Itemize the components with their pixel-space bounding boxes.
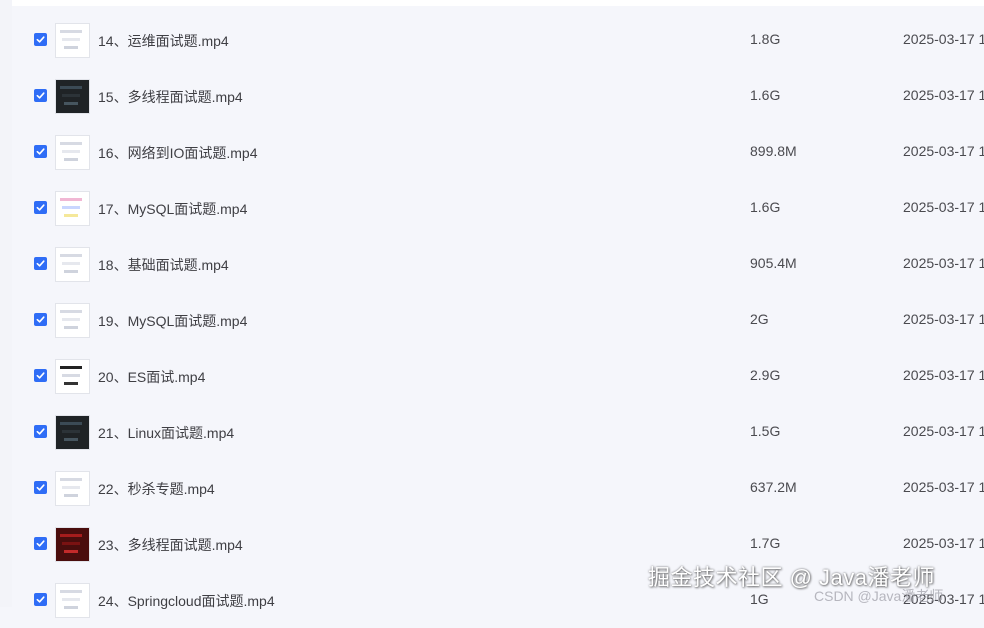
row-checkbox[interactable] xyxy=(34,593,47,606)
row-checkbox[interactable] xyxy=(34,369,47,382)
file-date: 2025-03-17 1 xyxy=(903,199,984,215)
file-name[interactable]: 21、Linux面试题.mp4 xyxy=(98,423,234,443)
file-row[interactable]: 16、网络到IO面试题.mp4 899.8M 2025-03-17 1 xyxy=(12,124,984,180)
row-checkbox[interactable] xyxy=(34,33,47,46)
file-date: 2025-03-17 1 xyxy=(903,311,984,327)
file-name[interactable]: 19、MySQL面试题.mp4 xyxy=(98,311,247,331)
file-date: 2025-03-17 1 xyxy=(903,367,984,383)
file-date: 2025-03-17 1 xyxy=(903,143,984,159)
file-date: 2025-03-17 1 xyxy=(903,87,984,103)
file-size: 2.9G xyxy=(750,367,781,383)
file-size: 1G xyxy=(750,591,769,607)
file-size: 1.5G xyxy=(750,423,781,439)
video-thumbnail xyxy=(55,191,90,226)
row-checkbox[interactable] xyxy=(34,257,47,270)
video-thumbnail xyxy=(55,247,90,282)
file-row[interactable]: 19、MySQL面试题.mp4 2G 2025-03-17 1 xyxy=(12,292,984,348)
row-checkbox[interactable] xyxy=(34,89,47,102)
row-checkbox[interactable] xyxy=(34,481,47,494)
file-name[interactable]: 23、多线程面试题.mp4 xyxy=(98,535,243,555)
file-row[interactable]: 21、Linux面试题.mp4 1.5G 2025-03-17 1 xyxy=(12,404,984,460)
file-size: 2G xyxy=(750,311,769,327)
row-checkbox[interactable] xyxy=(34,313,47,326)
checkmark-icon xyxy=(36,428,45,435)
file-size: 1.6G xyxy=(750,87,781,103)
video-thumbnail xyxy=(55,415,90,450)
checkmark-icon xyxy=(36,260,45,267)
checkmark-icon xyxy=(36,148,45,155)
video-thumbnail xyxy=(55,527,90,562)
file-date: 2025-03-17 1 xyxy=(903,479,984,495)
file-row[interactable]: 17、MySQL面试题.mp4 1.6G 2025-03-17 1 xyxy=(12,180,984,236)
row-checkbox[interactable] xyxy=(34,145,47,158)
checkmark-icon xyxy=(36,540,45,547)
checkmark-icon xyxy=(36,92,45,99)
file-name[interactable]: 17、MySQL面试题.mp4 xyxy=(98,199,247,219)
file-size: 905.4M xyxy=(750,255,797,271)
file-name[interactable]: 20、ES面试.mp4 xyxy=(98,367,205,387)
checkmark-icon xyxy=(36,372,45,379)
file-date: 2025-03-17 1 xyxy=(903,31,984,47)
top-bar xyxy=(0,0,984,6)
file-name[interactable]: 15、多线程面试题.mp4 xyxy=(98,87,243,107)
file-size: 1.6G xyxy=(750,199,781,215)
checkmark-icon xyxy=(36,316,45,323)
watermark-secondary-text: CSDN @Java潘老师 xyxy=(814,588,944,604)
video-thumbnail xyxy=(55,303,90,338)
video-thumbnail xyxy=(55,359,90,394)
file-row[interactable]: 20、ES面试.mp4 2.9G 2025-03-17 1 xyxy=(12,348,984,404)
file-size: 1.7G xyxy=(750,535,781,551)
checkmark-icon xyxy=(36,484,45,491)
file-name[interactable]: 16、网络到IO面试题.mp4 xyxy=(98,143,257,163)
left-edge xyxy=(0,0,12,607)
file-list: 14、运维面试题.mp4 1.8G 2025-03-17 1 15、多线程面试题.mp… xyxy=(12,12,984,628)
row-checkbox[interactable] xyxy=(34,201,47,214)
row-checkbox[interactable] xyxy=(34,425,47,438)
file-row[interactable]: 22、秒杀专题.mp4 637.2M 2025-03-17 1 xyxy=(12,460,984,516)
file-date: 2025-03-17 1 xyxy=(903,255,984,271)
file-size: 637.2M xyxy=(750,479,797,495)
checkmark-icon xyxy=(36,204,45,211)
file-row[interactable]: 18、基础面试题.mp4 905.4M 2025-03-17 1 xyxy=(12,236,984,292)
video-thumbnail xyxy=(55,23,90,58)
video-thumbnail xyxy=(55,135,90,170)
file-name[interactable]: 14、运维面试题.mp4 xyxy=(98,31,229,51)
checkmark-icon xyxy=(36,596,45,603)
file-date: 2025-03-17 1 xyxy=(903,423,984,439)
file-date: 2025-03-17 1 xyxy=(903,535,984,551)
video-thumbnail xyxy=(55,79,90,114)
row-checkbox[interactable] xyxy=(34,537,47,550)
file-name[interactable]: 22、秒杀专题.mp4 xyxy=(98,479,215,499)
checkmark-icon xyxy=(36,36,45,43)
video-thumbnail xyxy=(55,583,90,618)
file-size: 1.8G xyxy=(750,31,781,47)
file-name[interactable]: 24、Springcloud面试题.mp4 xyxy=(98,591,275,611)
file-row[interactable]: 14、运维面试题.mp4 1.8G 2025-03-17 1 xyxy=(12,12,984,68)
video-thumbnail xyxy=(55,471,90,506)
file-row[interactable]: 15、多线程面试题.mp4 1.6G 2025-03-17 1 xyxy=(12,68,984,124)
file-name[interactable]: 18、基础面试题.mp4 xyxy=(98,255,229,275)
file-size: 899.8M xyxy=(750,143,797,159)
